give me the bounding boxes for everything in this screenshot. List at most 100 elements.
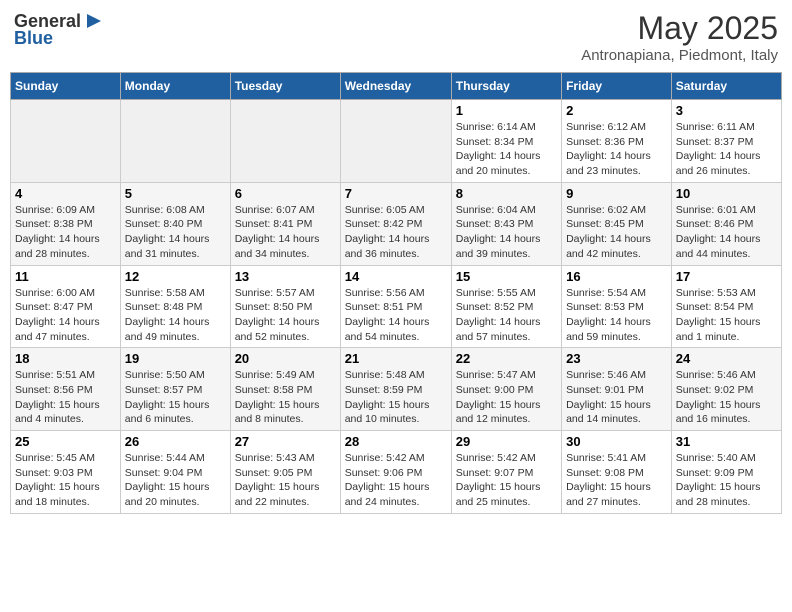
day-number: 19 bbox=[125, 351, 226, 366]
day-info: Sunrise: 5:49 AMSunset: 8:58 PMDaylight:… bbox=[235, 368, 336, 427]
calendar-cell: 21 Sunrise: 5:48 AMSunset: 8:59 PMDayligh… bbox=[340, 348, 451, 431]
calendar-cell bbox=[230, 100, 340, 183]
day-number: 15 bbox=[456, 269, 557, 284]
day-number: 29 bbox=[456, 434, 557, 449]
calendar-cell: 16 Sunrise: 5:54 AMSunset: 8:53 PMDayligh… bbox=[562, 265, 672, 348]
calendar-week-0: 1Sunrise: 6:14 AMSunset: 8:34 PMDaylight… bbox=[11, 100, 782, 183]
title-block: May 2025 Antronapiana, Piedmont, Italy bbox=[581, 10, 778, 64]
day-info: Sunrise: 5:47 AMSunset: 9:00 PMDaylight:… bbox=[456, 368, 557, 427]
day-info: Sunrise: 6:05 AMSunset: 8:42 PMDaylight:… bbox=[345, 203, 447, 262]
calendar-body: 1Sunrise: 6:14 AMSunset: 8:34 PMDaylight… bbox=[11, 100, 782, 514]
calendar-cell: 19 Sunrise: 5:50 AMSunset: 8:57 PMDayligh… bbox=[120, 348, 230, 431]
day-info: Sunrise: 5:42 AMSunset: 9:06 PMDaylight:… bbox=[345, 451, 447, 510]
day-info: Sunrise: 5:44 AMSunset: 9:04 PMDaylight:… bbox=[125, 451, 226, 510]
calendar-cell: 12Sunrise: 5:58 AMSunset: 8:48 PMDayligh… bbox=[120, 265, 230, 348]
day-info: Sunrise: 5:56 AMSunset: 8:51 PMDaylight:… bbox=[345, 286, 447, 345]
calendar-week-2: 11 Sunrise: 6:00 AMSunset: 8:47 PMDayligh… bbox=[11, 265, 782, 348]
day-info: Sunrise: 5:54 AMSunset: 8:53 PMDaylight:… bbox=[566, 286, 667, 345]
calendar-cell: 10 Sunrise: 6:01 AMSunset: 8:46 PMDayligh… bbox=[671, 182, 781, 265]
day-number: 17 bbox=[676, 269, 777, 284]
calendar-cell: 2 Sunrise: 6:12 AMSunset: 8:36 PMDaylight… bbox=[562, 100, 672, 183]
day-info: Sunrise: 6:07 AMSunset: 8:41 PMDaylight:… bbox=[235, 203, 336, 262]
calendar-cell: 11 Sunrise: 6:00 AMSunset: 8:47 PMDayligh… bbox=[11, 265, 121, 348]
calendar-cell: 7 Sunrise: 6:05 AMSunset: 8:42 PMDaylight… bbox=[340, 182, 451, 265]
calendar-cell: 1Sunrise: 6:14 AMSunset: 8:34 PMDaylight… bbox=[451, 100, 561, 183]
calendar-cell: 17Sunrise: 5:53 AMSunset: 8:54 PMDayligh… bbox=[671, 265, 781, 348]
logo-blue-text: Blue bbox=[14, 28, 53, 49]
calendar-cell: 26 Sunrise: 5:44 AMSunset: 9:04 PMDayligh… bbox=[120, 431, 230, 514]
calendar-week-4: 25 Sunrise: 5:45 AMSunset: 9:03 PMDayligh… bbox=[11, 431, 782, 514]
day-info: Sunrise: 6:02 AMSunset: 8:45 PMDaylight:… bbox=[566, 203, 667, 262]
weekday-wednesday: Wednesday bbox=[340, 73, 451, 100]
day-number: 22 bbox=[456, 351, 557, 366]
calendar-week-3: 18Sunrise: 5:51 AMSunset: 8:56 PMDayligh… bbox=[11, 348, 782, 431]
calendar-cell: 25 Sunrise: 5:45 AMSunset: 9:03 PMDayligh… bbox=[11, 431, 121, 514]
calendar-cell: 3Sunrise: 6:11 AMSunset: 8:37 PMDaylight… bbox=[671, 100, 781, 183]
day-number: 4 bbox=[15, 186, 116, 201]
calendar-cell: 15 Sunrise: 5:55 AMSunset: 8:52 PMDayligh… bbox=[451, 265, 561, 348]
weekday-sunday: Sunday bbox=[11, 73, 121, 100]
day-number: 25 bbox=[15, 434, 116, 449]
day-number: 11 bbox=[15, 269, 116, 284]
day-number: 3 bbox=[676, 103, 777, 118]
weekday-monday: Monday bbox=[120, 73, 230, 100]
day-info: Sunrise: 6:04 AMSunset: 8:43 PMDaylight:… bbox=[456, 203, 557, 262]
day-number: 31 bbox=[676, 434, 777, 449]
day-number: 16 bbox=[566, 269, 667, 284]
day-info: Sunrise: 5:58 AMSunset: 8:48 PMDaylight:… bbox=[125, 286, 226, 345]
day-number: 13 bbox=[235, 269, 336, 284]
logo: General Blue bbox=[14, 10, 105, 49]
day-info: Sunrise: 5:40 AMSunset: 9:09 PMDaylight:… bbox=[676, 451, 777, 510]
calendar-cell: 27Sunrise: 5:43 AMSunset: 9:05 PMDayligh… bbox=[230, 431, 340, 514]
day-info: Sunrise: 5:42 AMSunset: 9:07 PMDaylight:… bbox=[456, 451, 557, 510]
calendar-cell bbox=[11, 100, 121, 183]
calendar-cell: 4 Sunrise: 6:09 AMSunset: 8:38 PMDaylight… bbox=[11, 182, 121, 265]
day-info: Sunrise: 6:12 AMSunset: 8:36 PMDaylight:… bbox=[566, 120, 667, 179]
calendar-cell: 31 Sunrise: 5:40 AMSunset: 9:09 PMDayligh… bbox=[671, 431, 781, 514]
calendar-cell: 28 Sunrise: 5:42 AMSunset: 9:06 PMDayligh… bbox=[340, 431, 451, 514]
day-info: Sunrise: 5:46 AMSunset: 9:02 PMDaylight:… bbox=[676, 368, 777, 427]
calendar-cell bbox=[120, 100, 230, 183]
day-info: Sunrise: 5:50 AMSunset: 8:57 PMDaylight:… bbox=[125, 368, 226, 427]
day-info: Sunrise: 5:55 AMSunset: 8:52 PMDaylight:… bbox=[456, 286, 557, 345]
calendar-cell: 5Sunrise: 6:08 AMSunset: 8:40 PMDaylight… bbox=[120, 182, 230, 265]
day-number: 7 bbox=[345, 186, 447, 201]
day-number: 26 bbox=[125, 434, 226, 449]
day-number: 28 bbox=[345, 434, 447, 449]
day-number: 8 bbox=[456, 186, 557, 201]
day-info: Sunrise: 6:00 AMSunset: 8:47 PMDaylight:… bbox=[15, 286, 116, 345]
calendar-cell: 30Sunrise: 5:41 AMSunset: 9:08 PMDayligh… bbox=[562, 431, 672, 514]
calendar-cell: 29 Sunrise: 5:42 AMSunset: 9:07 PMDayligh… bbox=[451, 431, 561, 514]
day-info: Sunrise: 5:43 AMSunset: 9:05 PMDaylight:… bbox=[235, 451, 336, 510]
day-number: 21 bbox=[345, 351, 447, 366]
day-info: Sunrise: 5:45 AMSunset: 9:03 PMDaylight:… bbox=[15, 451, 116, 510]
day-number: 14 bbox=[345, 269, 447, 284]
day-info: Sunrise: 5:41 AMSunset: 9:08 PMDaylight:… bbox=[566, 451, 667, 510]
day-number: 23 bbox=[566, 351, 667, 366]
day-number: 9 bbox=[566, 186, 667, 201]
day-info: Sunrise: 5:48 AMSunset: 8:59 PMDaylight:… bbox=[345, 368, 447, 427]
day-number: 2 bbox=[566, 103, 667, 118]
calendar-cell: 20 Sunrise: 5:49 AMSunset: 8:58 PMDayligh… bbox=[230, 348, 340, 431]
main-title: May 2025 bbox=[581, 10, 778, 47]
calendar-cell: 18Sunrise: 5:51 AMSunset: 8:56 PMDayligh… bbox=[11, 348, 121, 431]
logo-arrow-icon bbox=[83, 10, 105, 32]
day-number: 24 bbox=[676, 351, 777, 366]
day-number: 10 bbox=[676, 186, 777, 201]
day-info: Sunrise: 5:46 AMSunset: 9:01 PMDaylight:… bbox=[566, 368, 667, 427]
day-info: Sunrise: 5:51 AMSunset: 8:56 PMDaylight:… bbox=[15, 368, 116, 427]
calendar-cell: 22 Sunrise: 5:47 AMSunset: 9:00 PMDayligh… bbox=[451, 348, 561, 431]
weekday-header-row: SundayMondayTuesdayWednesdayThursdayFrid… bbox=[11, 73, 782, 100]
calendar-cell bbox=[340, 100, 451, 183]
calendar-cell: 14 Sunrise: 5:56 AMSunset: 8:51 PMDayligh… bbox=[340, 265, 451, 348]
day-number: 5 bbox=[125, 186, 226, 201]
day-info: Sunrise: 6:01 AMSunset: 8:46 PMDaylight:… bbox=[676, 203, 777, 262]
calendar-cell: 23 Sunrise: 5:46 AMSunset: 9:01 PMDayligh… bbox=[562, 348, 672, 431]
subtitle: Antronapiana, Piedmont, Italy bbox=[581, 47, 778, 64]
calendar-cell: 8 Sunrise: 6:04 AMSunset: 8:43 PMDaylight… bbox=[451, 182, 561, 265]
calendar-table: SundayMondayTuesdayWednesdayThursdayFrid… bbox=[10, 72, 782, 514]
calendar-cell: 9 Sunrise: 6:02 AMSunset: 8:45 PMDaylight… bbox=[562, 182, 672, 265]
day-number: 20 bbox=[235, 351, 336, 366]
day-info: Sunrise: 5:57 AMSunset: 8:50 PMDaylight:… bbox=[235, 286, 336, 345]
day-info: Sunrise: 6:09 AMSunset: 8:38 PMDaylight:… bbox=[15, 203, 116, 262]
